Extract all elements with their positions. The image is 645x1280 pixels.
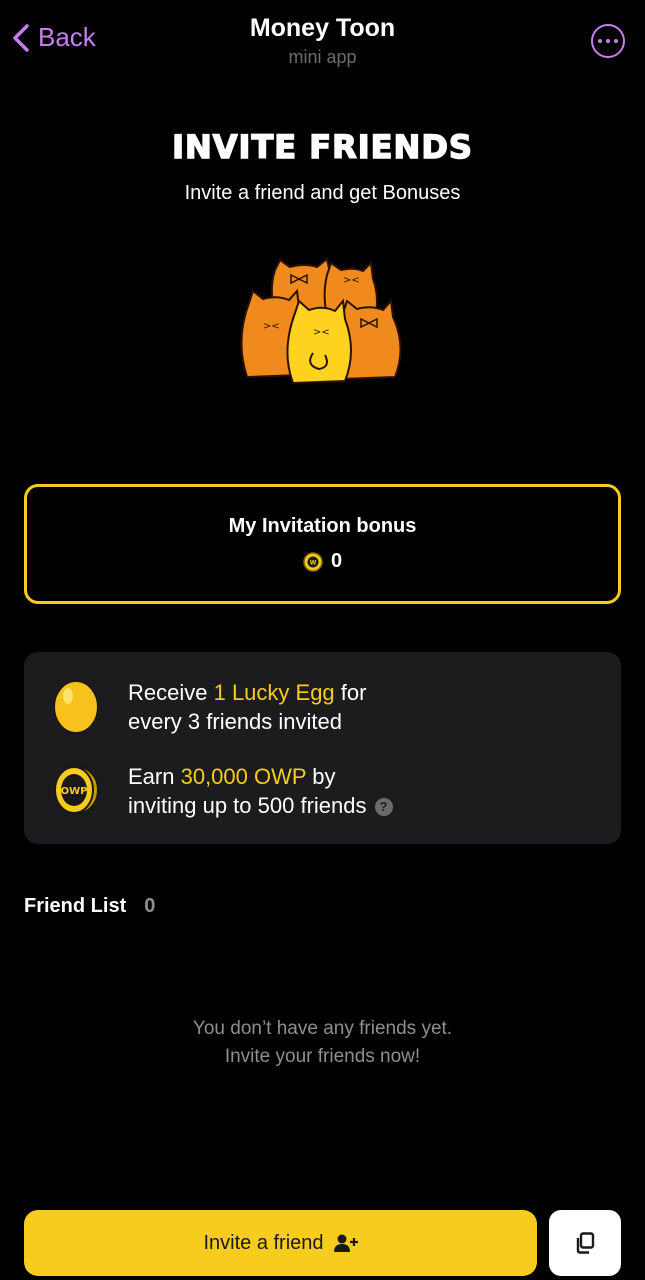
owp-coin-icon: OWP [54,766,99,814]
empty-line-2: Invite your friends now! [224,1046,421,1067]
add-user-icon [333,1234,358,1252]
more-icon[interactable] [591,24,625,58]
svg-text:W: W [310,559,317,566]
top-bar: Back Money Toon mini app [0,0,645,80]
svg-text:><: >< [313,327,330,338]
svg-text:><: >< [263,321,280,332]
invite-label: Invite a friend [203,1231,324,1254]
bonus-value: 0 [330,550,343,572]
owp-text: Earn 30,000 OWP by inviting up to 500 fr… [128,762,393,820]
lucky-egg-reward: Receive 1 Lucky Egg for every 3 friends … [53,678,367,736]
page-title: INVITE FRIENDS [171,127,473,167]
owp-reward: OWP Earn 30,000 OWP by inviting up to 50… [54,762,393,820]
lucky-egg-icon [53,680,99,734]
rewards-card: Receive 1 Lucky Egg for every 3 friends … [24,652,621,844]
owp-highlight: 30,000 OWP [180,764,307,789]
friend-list-title: Friend List [24,895,127,917]
invite-friend-button[interactable]: Invite a friend [24,1210,537,1276]
bonus-title: My Invitation bonus [228,515,417,537]
app-subtitle: mini app [288,47,357,67]
empty-line-1: You don’t have any friends yet. [192,1018,453,1039]
copy-link-button[interactable] [549,1210,621,1276]
empty-friends-message: You don’t have any friends yet. Invite y… [0,1015,645,1071]
lucky-egg-highlight: 1 Lucky Egg [213,680,335,705]
title-block: Money Toon mini app [0,14,645,68]
app-title: Money Toon [249,14,396,42]
invitation-bonus-card: My Invitation bonus W 0 [24,484,621,604]
friend-list-header: Friend List 0 [24,895,155,918]
lucky-egg-text: Receive 1 Lucky Egg for every 3 friends … [128,680,367,734]
help-icon[interactable]: ? [374,797,393,816]
copy-icon [576,1232,595,1254]
svg-text:OWP: OWP [61,786,88,797]
svg-text:><: >< [343,275,360,286]
page-subtitle: Invite a friend and get Bonuses [184,182,461,204]
bonus-value-row: W 0 [27,550,618,573]
friend-count: 0 [144,895,156,917]
owp-coin-icon: W [303,551,323,572]
cats-illustration: >< >< >< [240,257,402,385]
